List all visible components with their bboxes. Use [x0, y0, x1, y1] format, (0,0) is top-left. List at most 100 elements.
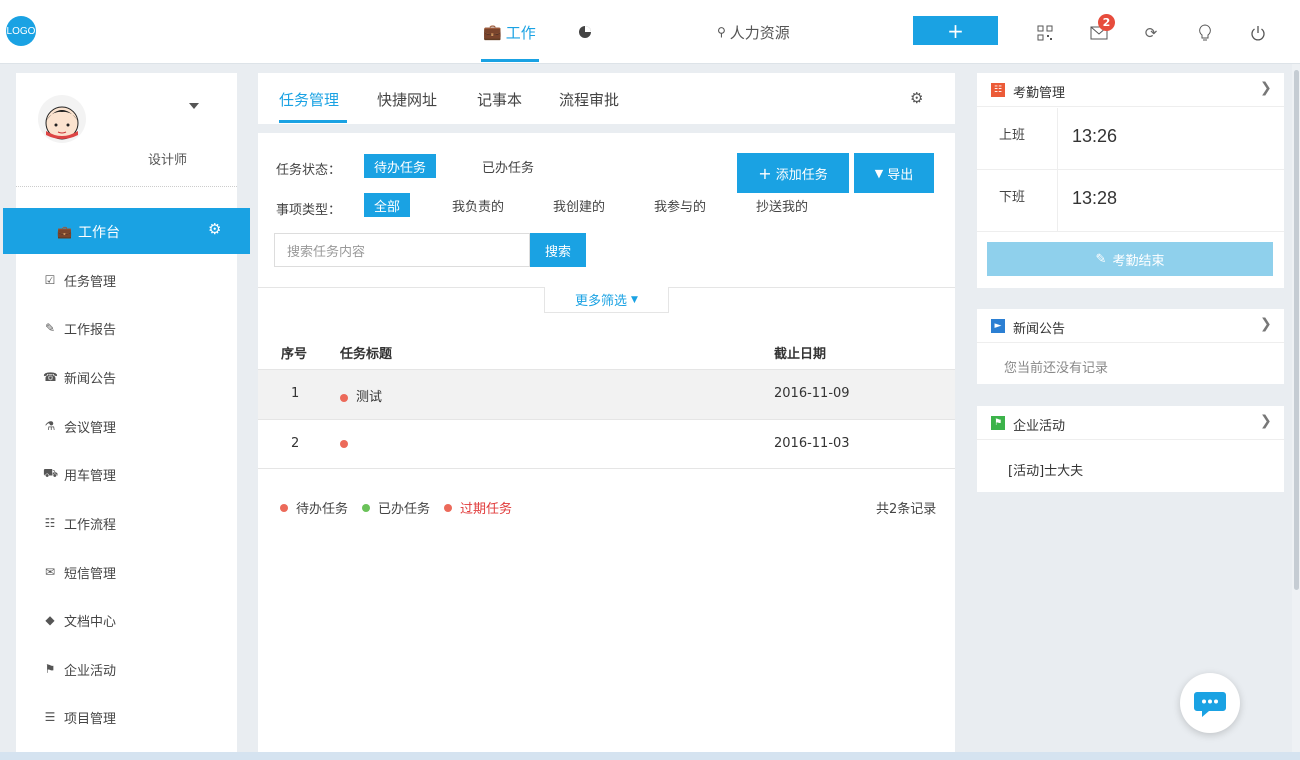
- nav-work[interactable]: 💼 工作: [483, 20, 536, 44]
- sidebar-item-tasks[interactable]: ☑ 任务管理: [43, 269, 116, 291]
- avatar[interactable]: [38, 95, 86, 143]
- lightbulb-icon[interactable]: [1194, 22, 1216, 44]
- export-label: 导出: [887, 167, 914, 183]
- attendance-header[interactable]: ☷ 考勤管理 ❯: [977, 73, 1284, 107]
- row-due: 2016-11-09: [774, 386, 850, 401]
- off-duty-label: 下班: [999, 190, 1026, 205]
- legend-pending: 待办任务: [296, 502, 349, 517]
- activity-header[interactable]: ⚑ 企业活动 ❯: [977, 406, 1284, 440]
- power-icon[interactable]: [1247, 22, 1269, 44]
- more-filter-toggle[interactable]: 更多筛选 ▼: [544, 287, 669, 313]
- sidebar-item-label: 任务管理: [64, 274, 117, 290]
- tab-task-management[interactable]: 任务管理: [279, 89, 339, 110]
- task-panel: 任务状态： 待办任务 已办任务 事项类型： 全部 我负责的 我创建的 我参与的 …: [258, 133, 955, 760]
- sidebar: 设计师 💼 工作台 ⚙ ☑ 任务管理 ✎ 工作报告 ☎ 新闻公告 ⚗ 会议管理 …: [3, 73, 250, 760]
- legend-done: 已办任务: [378, 502, 431, 517]
- scrollbar-thumb[interactable]: [1294, 70, 1299, 590]
- briefcase-icon: 💼: [483, 23, 502, 41]
- row-title-cell: 测试: [340, 386, 382, 405]
- type-joined[interactable]: 我参与的: [644, 193, 716, 217]
- sidebar-item-docs[interactable]: ◆ 文档中心: [43, 609, 116, 631]
- chevron-right-icon[interactable]: ❯: [1260, 316, 1272, 332]
- status-dot: [340, 439, 348, 448]
- caret-down-icon: ▼: [631, 294, 638, 305]
- search-button[interactable]: 搜索: [530, 233, 586, 267]
- tab-shortcuts[interactable]: 快捷网址: [377, 89, 437, 110]
- divider: [1057, 170, 1058, 232]
- legend-overdue: 过期任务: [460, 502, 513, 517]
- news-empty: 您当前还没有记录: [1004, 361, 1109, 376]
- row-no: 1: [291, 386, 300, 401]
- nav-hr[interactable]: ⚲ 人力资源: [717, 20, 790, 44]
- logo[interactable]: LOGO: [6, 16, 36, 46]
- chevron-right-icon[interactable]: ❯: [1260, 80, 1272, 96]
- briefcase-icon: 💼: [57, 225, 72, 239]
- mail-badge: 2: [1098, 14, 1115, 31]
- chevron-right-icon[interactable]: ❯: [1260, 413, 1272, 429]
- status-done[interactable]: 已办任务: [472, 154, 544, 178]
- legend-dot-pending: [280, 503, 288, 512]
- table-row[interactable]: 2 2016-11-03: [258, 419, 955, 469]
- top-bar: LOGO 💼 工作 ⚲ 人力资源 + 2 ⟳: [0, 0, 1300, 64]
- sidebar-item-workflow[interactable]: ☷ 工作流程: [43, 512, 116, 534]
- refresh-icon[interactable]: ⟳: [1140, 22, 1162, 44]
- car-icon: ⛟: [43, 466, 59, 480]
- nav-active-underline: [481, 59, 539, 62]
- user-role: 设计师: [148, 153, 188, 168]
- report-icon: ✎: [44, 321, 56, 335]
- sidebar-item-workbench[interactable]: 💼 工作台 ⚙: [3, 208, 250, 254]
- sidebar-item-meetings[interactable]: ⚗ 会议管理: [43, 415, 116, 437]
- search-input[interactable]: 搜索任务内容: [274, 233, 530, 267]
- table-row[interactable]: 1 测试 2016-11-09: [258, 369, 955, 419]
- flow-icon: ☷: [44, 516, 56, 530]
- type-created[interactable]: 我创建的: [543, 193, 615, 217]
- qrcode-icon[interactable]: [1034, 22, 1056, 44]
- gear-icon[interactable]: ⚙: [208, 220, 221, 238]
- status-pending[interactable]: 待办任务: [364, 154, 437, 178]
- meeting-icon: ⚗: [44, 419, 56, 433]
- activity-card: ⚑ 企业活动 ❯ [活动]士大夫: [977, 406, 1284, 492]
- plus-icon: +: [758, 163, 772, 183]
- tab-approval[interactable]: 流程审批: [559, 89, 619, 110]
- attendance-icon: ☷: [991, 83, 1005, 97]
- on-duty-label: 上班: [999, 128, 1026, 143]
- type-mine[interactable]: 我负责的: [442, 193, 514, 217]
- row-title[interactable]: 测试: [356, 390, 382, 405]
- add-button[interactable]: +: [913, 16, 998, 45]
- sidebar-item-reports[interactable]: ✎ 工作报告: [43, 317, 116, 339]
- sidebar-item-activities[interactable]: ⚑ 企业活动: [43, 658, 116, 680]
- activity-item[interactable]: [活动]士大夫: [1008, 460, 1083, 479]
- add-task-button[interactable]: + 添加任务: [737, 153, 849, 193]
- attendance-end-button[interactable]: ✎ 考勤结束: [987, 242, 1273, 276]
- nav-work-label: 工作: [505, 23, 536, 42]
- sidebar-item-label: 工作流程: [64, 517, 117, 533]
- legend-dot-done: [362, 503, 371, 512]
- layers-icon: ◆: [45, 613, 55, 627]
- sidebar-item-news[interactable]: ☎ 新闻公告: [43, 366, 116, 388]
- row-no: 2: [291, 436, 300, 451]
- nav-stats[interactable]: [578, 20, 592, 44]
- news-header[interactable]: ► 新闻公告 ❯: [977, 309, 1284, 343]
- on-duty-time: 13:26: [1072, 126, 1118, 146]
- chat-button[interactable]: [1180, 673, 1240, 733]
- attendance-off-row: 下班 13:28: [977, 170, 1284, 232]
- megaphone-icon: ►: [991, 319, 1005, 333]
- profile-dropdown-icon[interactable]: [189, 103, 199, 109]
- profile-card: 设计师: [16, 73, 237, 187]
- export-button[interactable]: ▼ 导出: [854, 153, 934, 193]
- chat-icon: [1194, 692, 1226, 717]
- col-header-no: 序号: [281, 347, 308, 362]
- sidebar-item-projects[interactable]: ☰ 项目管理: [43, 706, 116, 728]
- task-check-icon: ☑: [44, 273, 56, 287]
- tab-notepad[interactable]: 记事本: [477, 89, 522, 110]
- sidebar-item-label: 工作报告: [64, 322, 117, 338]
- type-cc[interactable]: 抄送我的: [746, 193, 818, 217]
- bottom-strip: [0, 752, 1300, 760]
- sidebar-item-cars[interactable]: ⛟ 用车管理: [43, 463, 116, 485]
- gear-icon[interactable]: ⚙: [910, 89, 923, 107]
- sidebar-item-sms[interactable]: ✉ 短信管理: [43, 561, 116, 583]
- pie-chart-icon: [579, 26, 591, 38]
- type-all[interactable]: 全部: [364, 193, 411, 217]
- nav-hr-label: 人力资源: [729, 23, 790, 42]
- status-legend: 待办任务 已办任务 过期任务: [280, 498, 512, 517]
